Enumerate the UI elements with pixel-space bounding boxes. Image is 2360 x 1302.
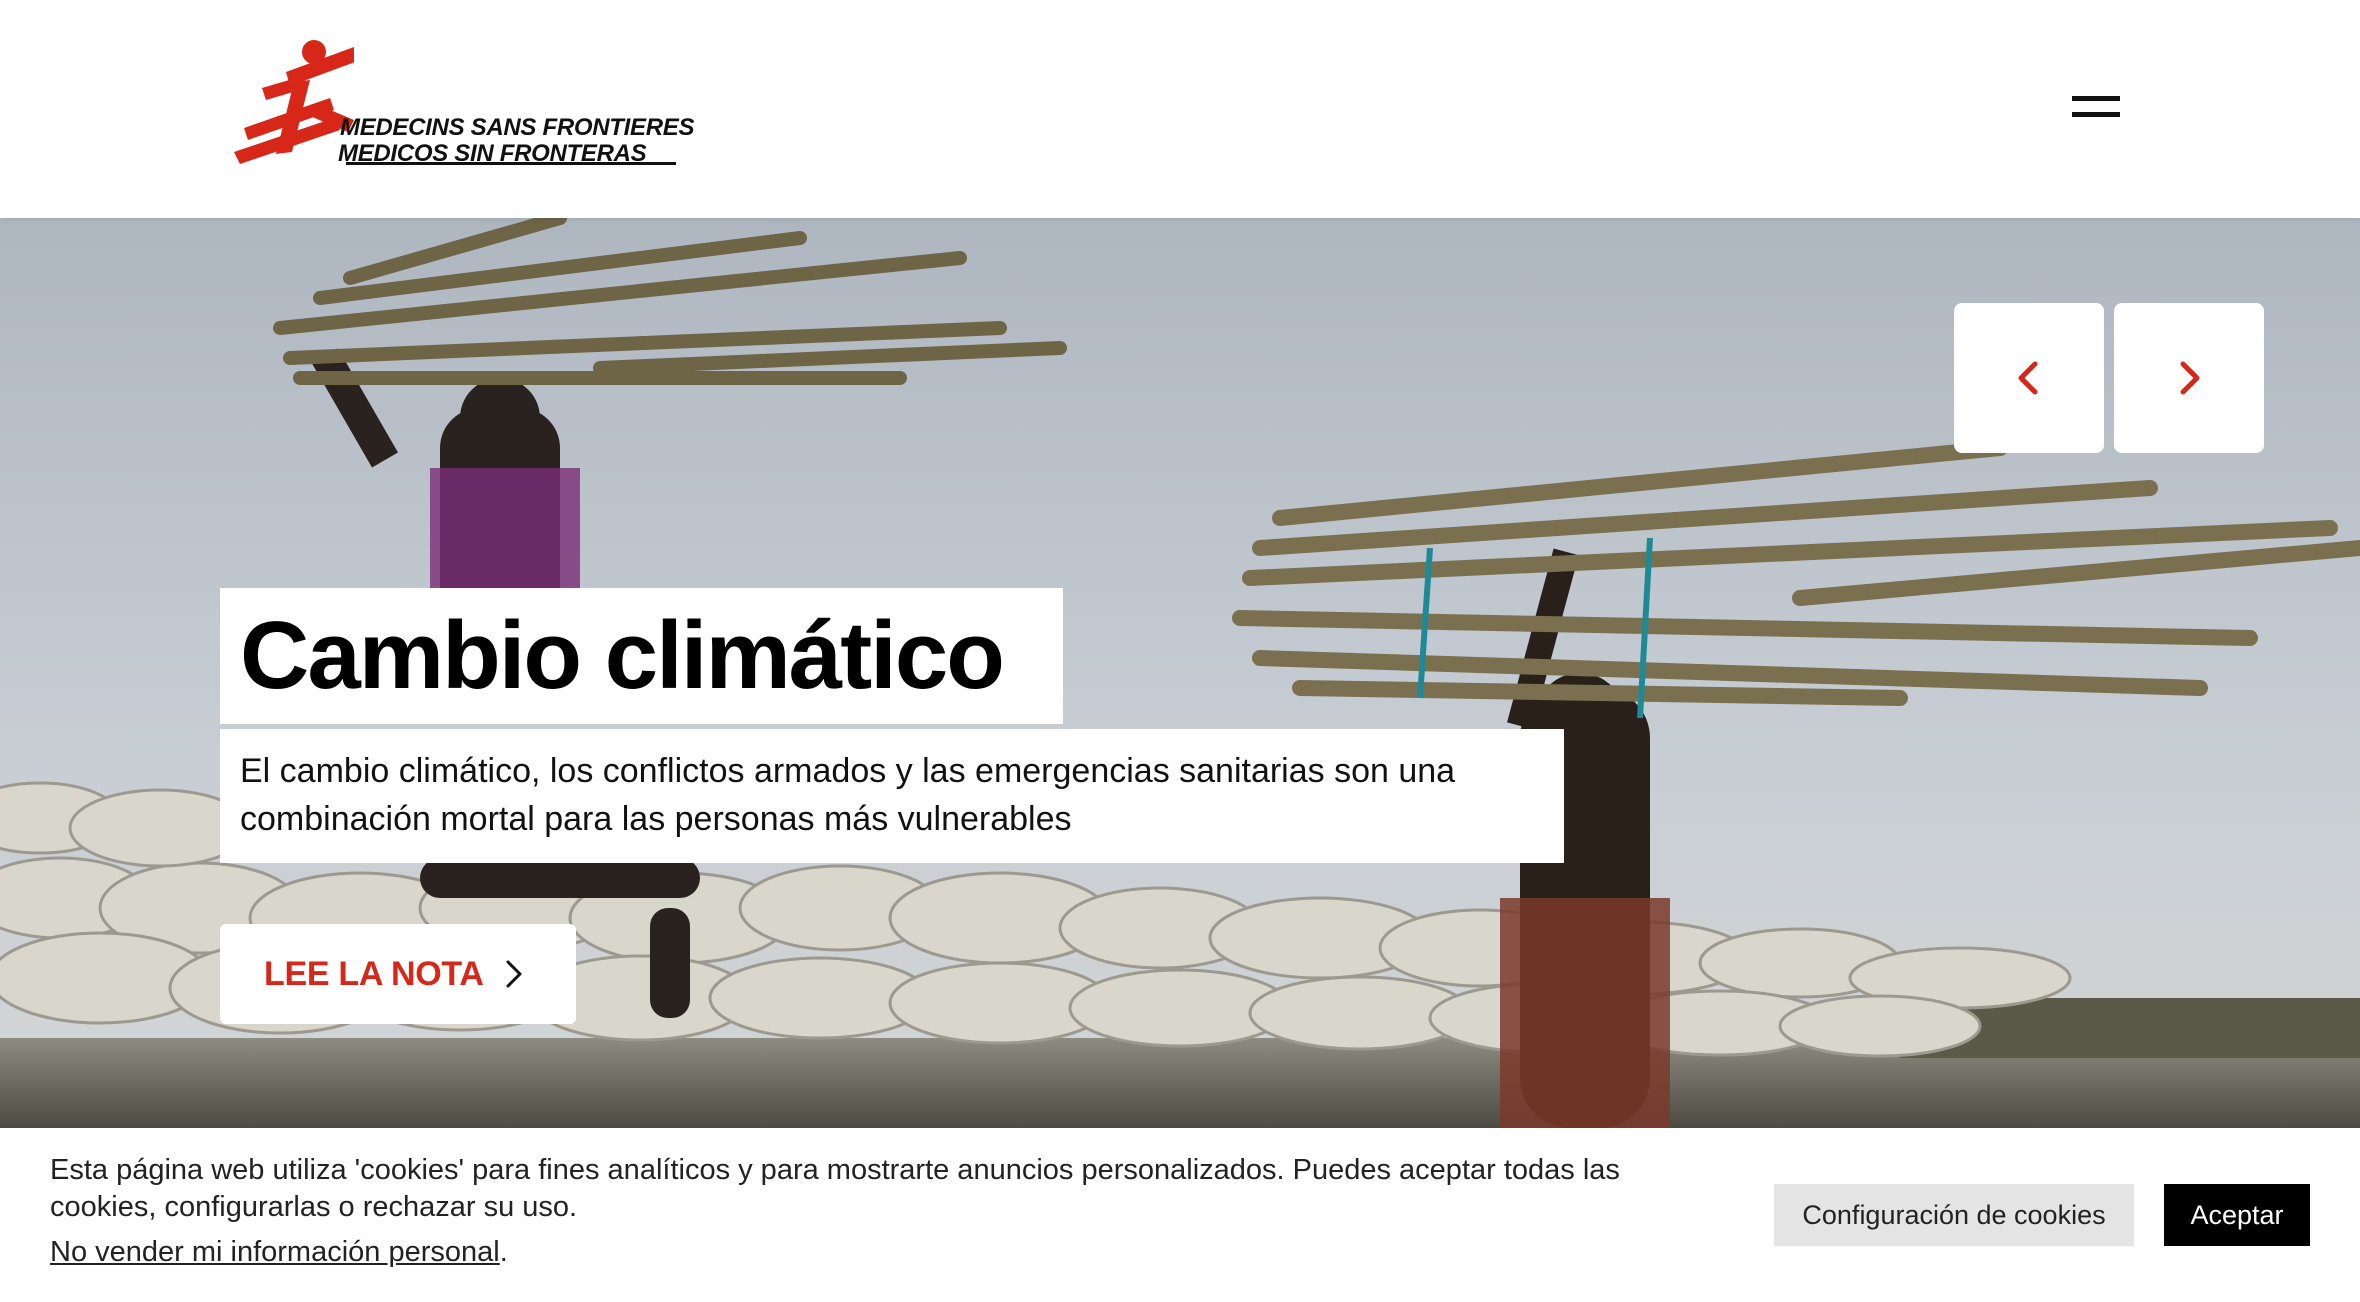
read-note-button[interactable]: LEE LA NOTA xyxy=(220,924,576,1024)
logo-text-line1: MEDECINS SANS FRONTIERES xyxy=(340,114,695,141)
hero-subtitle: El cambio climático, los conflictos arma… xyxy=(220,729,1564,863)
carousel-next-button[interactable] xyxy=(2114,303,2264,453)
do-not-sell-link[interactable]: No vender mi información personal xyxy=(50,1236,500,1268)
msf-running-man-logo-icon xyxy=(234,40,354,164)
chevron-left-icon xyxy=(2018,361,2038,395)
site-header: MEDECINS SANS FRONTIERES MEDICOS SIN FRO… xyxy=(0,0,2360,218)
cookie-notice-text: Esta página web utiliza 'cookies' para f… xyxy=(50,1154,1620,1223)
cookie-consent-bar: Esta página web utiliza 'cookies' para f… xyxy=(0,1128,2360,1302)
msf-logo-link[interactable]: MEDECINS SANS FRONTIERES MEDICOS SIN FRO… xyxy=(234,32,694,172)
read-note-label: LEE LA NOTA xyxy=(264,954,484,993)
do-not-sell-suffix: . xyxy=(499,1236,508,1268)
carousel-prev-button[interactable] xyxy=(1954,303,2104,453)
cookie-accept-button[interactable]: Aceptar xyxy=(2164,1184,2310,1246)
hero-title: Cambio climático xyxy=(220,588,1063,724)
do-not-sell-container: No vender mi información personal. xyxy=(50,1234,508,1271)
hero-carousel: Cambio climático El cambio climático, lo… xyxy=(0,218,2360,1128)
chevron-right-icon xyxy=(506,960,522,988)
chevron-right-icon xyxy=(2180,361,2200,395)
logo-underline xyxy=(346,162,676,165)
hamburger-menu-button[interactable] xyxy=(2068,90,2124,130)
cookie-settings-button[interactable]: Configuración de cookies xyxy=(1774,1184,2134,1246)
